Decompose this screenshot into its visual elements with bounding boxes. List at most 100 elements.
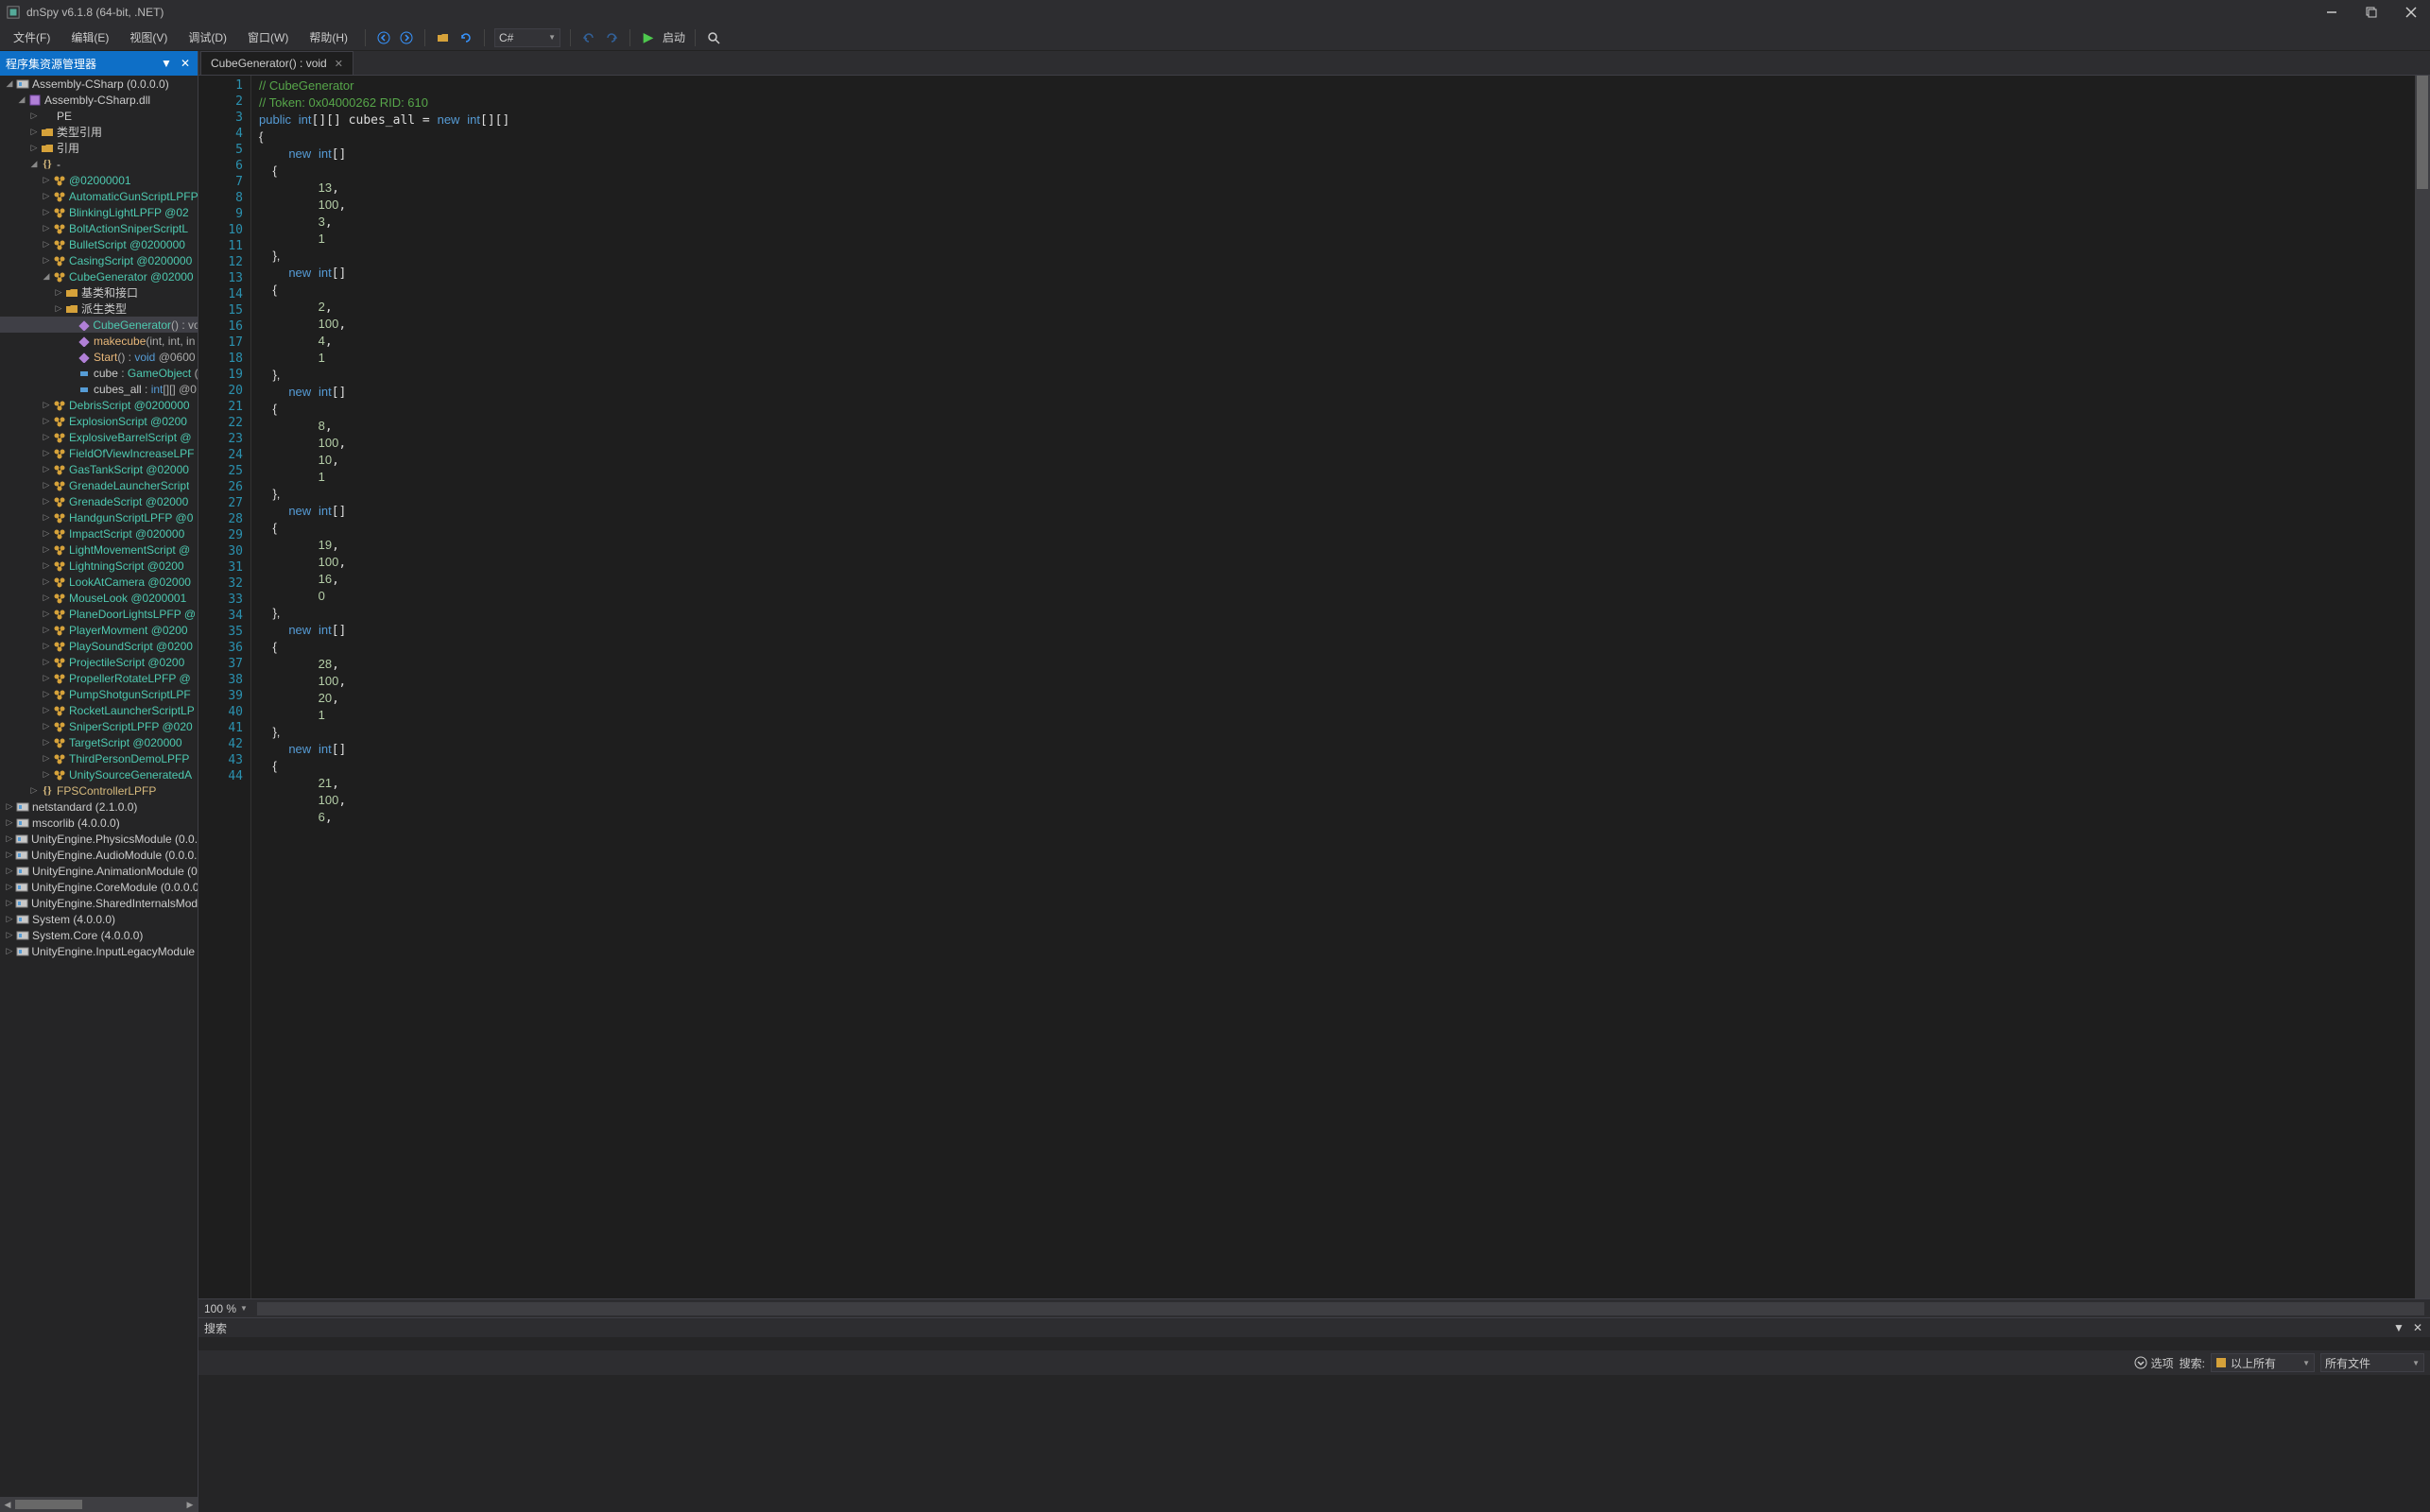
tree-asm[interactable]: ◢Assembly-CSharp (0.0.0.0)	[0, 76, 198, 92]
panel-title: 程序集资源管理器	[6, 56, 96, 72]
nav-back-button[interactable]	[375, 29, 392, 46]
language-combo[interactable]: C# ▼	[494, 28, 560, 47]
search-button[interactable]	[705, 29, 722, 46]
tree-member[interactable]: makecube(int, int, in	[0, 333, 198, 349]
tree-member[interactable]: cube : GameObject (	[0, 365, 198, 381]
reload-button[interactable]	[457, 29, 474, 46]
menu-window[interactable]: 窗口(W)	[240, 27, 296, 47]
tree-node[interactable]: ▷LookAtCamera @02000	[0, 574, 198, 590]
tree-node[interactable]: ▷ProjectileScript @0200	[0, 654, 198, 670]
separator	[695, 29, 696, 46]
menu-help[interactable]: 帮助(H)	[302, 27, 355, 47]
tree-asm[interactable]: ▷UnityEngine.AudioModule (0.0.0.0	[0, 847, 198, 863]
scroll-right-icon[interactable]: ▶	[182, 1497, 198, 1512]
panel-close-button[interactable]: ✕	[2411, 1321, 2424, 1334]
open-button[interactable]	[435, 29, 452, 46]
tree-node[interactable]: ◢{}-	[0, 156, 198, 172]
tree-node[interactable]: ▷PumpShotgunScriptLPF	[0, 686, 198, 702]
tree-member[interactable]: cubes_all : int[][] @0	[0, 381, 198, 397]
tree-node[interactable]: ▷{}FPSControllerLPFP	[0, 782, 198, 799]
tree-asm[interactable]: ▷UnityEngine.CoreModule (0.0.0.0)	[0, 879, 198, 895]
tree-node[interactable]: ▷FieldOfViewIncreaseLPF	[0, 445, 198, 461]
tree-node[interactable]: ▷基类和接口	[0, 284, 198, 301]
tree-node[interactable]: ▷ImpactScript @020000	[0, 525, 198, 541]
menu-view[interactable]: 视图(V)	[122, 27, 175, 47]
tree-node[interactable]: ▷GrenadeScript @02000	[0, 493, 198, 509]
tree-asm[interactable]: ▷mscorlib (4.0.0.0)	[0, 815, 198, 831]
tree-asm[interactable]: ▷System.Core (4.0.0.0)	[0, 927, 198, 943]
tree-node[interactable]: ▷类型引用	[0, 124, 198, 140]
search-results	[198, 1375, 2430, 1512]
menu-edit[interactable]: 编辑(E)	[63, 27, 116, 47]
scroll-left-icon[interactable]: ◀	[0, 1497, 15, 1512]
tree-cubegenerator[interactable]: ◢CubeGenerator @02000	[0, 268, 198, 284]
tree-node[interactable]: ▷BulletScript @0200000	[0, 236, 198, 252]
tab-close-button[interactable]: ✕	[335, 58, 343, 70]
close-button[interactable]	[2404, 5, 2419, 20]
tree-node[interactable]: ▷BoltActionSniperScriptL	[0, 220, 198, 236]
minimize-button[interactable]	[2324, 5, 2339, 20]
zoom-value[interactable]: 100 %	[204, 1302, 236, 1315]
tree-node[interactable]: ▷PE	[0, 108, 198, 124]
panel-dropdown-button[interactable]: ▼	[160, 57, 173, 70]
editor-vscrollbar[interactable]	[2415, 76, 2430, 1298]
tree-node[interactable]: ▷GrenadeLauncherScript	[0, 477, 198, 493]
menu-file[interactable]: 文件(F)	[6, 27, 58, 47]
tree-node[interactable]: ▷ExplosiveBarrelScript @	[0, 429, 198, 445]
panel-dropdown-button[interactable]: ▼	[2392, 1321, 2405, 1334]
tree-node[interactable]: ▷PropellerRotateLPFP @	[0, 670, 198, 686]
tree-node[interactable]: ▷UnitySourceGeneratedA	[0, 766, 198, 782]
start-label[interactable]: 启动	[663, 29, 685, 45]
tree-node[interactable]: ▷ @02000001	[0, 172, 198, 188]
search-scope-combo[interactable]: 以上所有 ▼	[2211, 1353, 2315, 1372]
tab-cubegenerator[interactable]: CubeGenerator() : void ✕	[200, 51, 353, 75]
redo-button[interactable]	[603, 29, 620, 46]
tree-asm[interactable]: ▷UnityEngine.PhysicsModule (0.0.0	[0, 831, 198, 847]
code-editor[interactable]: 1234567891011121314151617181920212223242…	[198, 76, 2430, 1298]
tree-node[interactable]: ▷派生类型	[0, 301, 198, 317]
tree-node[interactable]: ▷MouseLook @0200001	[0, 590, 198, 606]
panel-close-button[interactable]: ✕	[179, 57, 192, 70]
tree-node[interactable]: ▷PlaySoundScript @0200	[0, 638, 198, 654]
options-toggle[interactable]: 选项	[2134, 1355, 2174, 1371]
tree-node[interactable]: ▷GasTankScript @02000	[0, 461, 198, 477]
tree-node[interactable]: ▷PlayerMovment @0200	[0, 622, 198, 638]
code-content[interactable]: // CubeGenerator // Token: 0x04000262 RI…	[251, 76, 2415, 1298]
undo-button[interactable]	[580, 29, 597, 46]
scroll-thumb[interactable]	[15, 1500, 82, 1509]
tree-asm[interactable]: ▷netstandard (2.1.0.0)	[0, 799, 198, 815]
tree-asm[interactable]: ▷UnityEngine.InputLegacyModule (	[0, 943, 198, 959]
tree-node[interactable]: ▷LightningScript @0200	[0, 558, 198, 574]
tree-node[interactable]: ▷引用	[0, 140, 198, 156]
tree-node[interactable]: ▷AutomaticGunScriptLPFP	[0, 188, 198, 204]
editor-hscrollbar[interactable]	[257, 1302, 2424, 1315]
start-button[interactable]: ▶	[640, 29, 657, 46]
tree-node[interactable]: ▷ThirdPersonDemoLPFP	[0, 750, 198, 766]
search-input-row[interactable]	[198, 1337, 2430, 1350]
tree-asm[interactable]: ▷UnityEngine.SharedInternalsModu	[0, 895, 198, 911]
tree-member[interactable]: Start() : void @0600	[0, 349, 198, 365]
tree-member[interactable]: CubeGenerator() : vo	[0, 317, 198, 333]
maximize-button[interactable]	[2364, 5, 2379, 20]
assembly-explorer: 程序集资源管理器 ▼ ✕ ◢Assembly-CSharp (0.0.0.0)◢…	[0, 51, 198, 1512]
scroll-thumb[interactable]	[2417, 76, 2428, 189]
tree-node[interactable]: ▷LightMovementScript @	[0, 541, 198, 558]
tree-node[interactable]: ▷PlaneDoorLightsLPFP @	[0, 606, 198, 622]
tree-hscrollbar[interactable]: ◀ ▶	[0, 1497, 198, 1512]
tree-node[interactable]: ▷DebrisScript @0200000	[0, 397, 198, 413]
tree-node[interactable]: ▷HandgunScriptLPFP @0	[0, 509, 198, 525]
tree-asm[interactable]: ▷System (4.0.0.0)	[0, 911, 198, 927]
tree[interactable]: ◢Assembly-CSharp (0.0.0.0)◢Assembly-CSha…	[0, 76, 198, 1497]
tree-node[interactable]: ▷RocketLauncherScriptLP	[0, 702, 198, 718]
tree-node[interactable]: ▷TargetScript @020000	[0, 734, 198, 750]
tree-asm[interactable]: ▷UnityEngine.AnimationModule (0	[0, 863, 198, 879]
tree-node[interactable]: ▷SniperScriptLPFP @020	[0, 718, 198, 734]
tree-module[interactable]: ◢Assembly-CSharp.dll	[0, 92, 198, 108]
tree-node[interactable]: ▷BlinkingLightLPFP @02	[0, 204, 198, 220]
chevron-down-icon[interactable]: ▼	[240, 1304, 248, 1313]
menu-debug[interactable]: 调试(D)	[181, 27, 234, 47]
tree-node[interactable]: ▷CasingScript @0200000	[0, 252, 198, 268]
nav-forward-button[interactable]	[398, 29, 415, 46]
tree-node[interactable]: ▷ExplosionScript @0200	[0, 413, 198, 429]
search-files-combo[interactable]: 所有文件 ▼	[2320, 1353, 2424, 1372]
